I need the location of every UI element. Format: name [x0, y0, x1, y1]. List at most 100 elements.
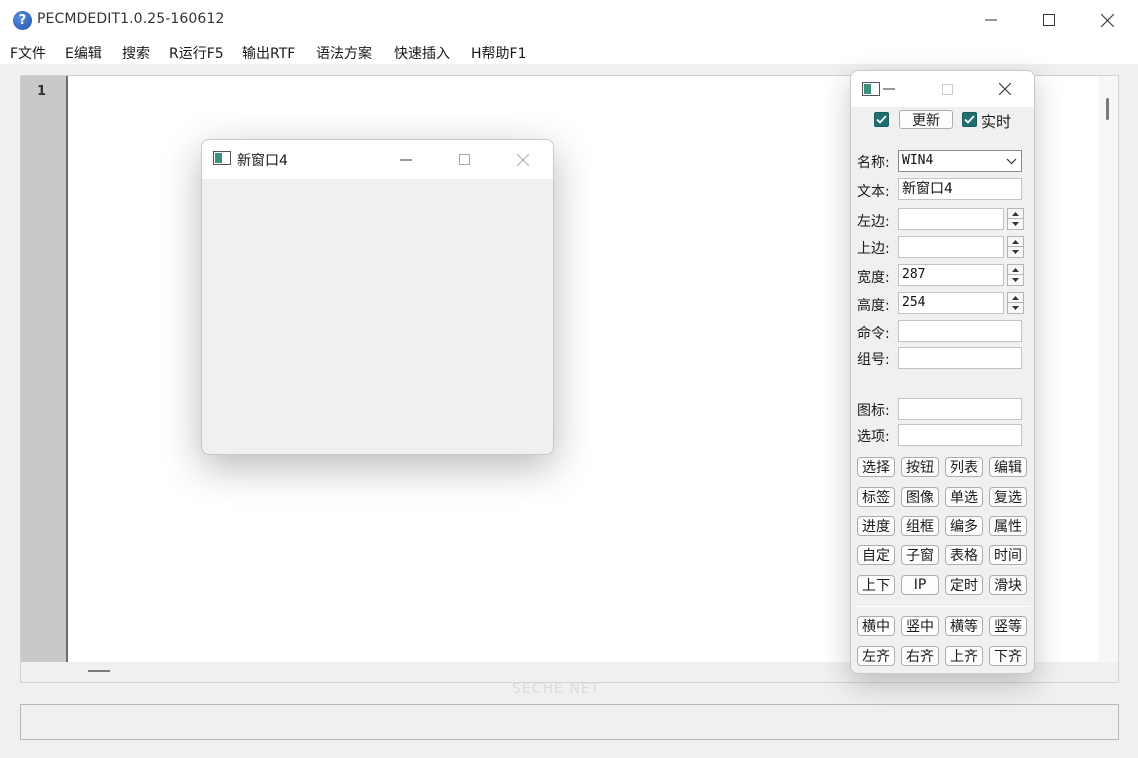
align-top-button[interactable]: 上齐 [945, 646, 983, 666]
tool-time-button[interactable]: 时间 [989, 545, 1027, 565]
maximize-icon [1043, 14, 1055, 26]
equal-horizontal-button[interactable]: 横等 [945, 616, 983, 636]
tool-image-button[interactable]: 图像 [901, 487, 939, 507]
tool-slider-button[interactable]: 滑块 [989, 575, 1027, 595]
text-label: 文本: [857, 184, 890, 200]
app-title: PECMDEDIT1.0.25-160612 [37, 11, 225, 27]
menu-help[interactable]: H帮助F1 [471, 43, 527, 63]
tool-radio-button[interactable]: 单选 [945, 487, 983, 507]
panel-close-button[interactable] [987, 71, 1023, 107]
spin-down-icon[interactable] [1008, 275, 1023, 285]
name-label: 名称: [857, 155, 890, 171]
options-input[interactable] [898, 424, 1022, 446]
tool-multiline-button[interactable]: 编多 [945, 516, 983, 536]
preview-window[interactable]: 新窗口4 [201, 139, 554, 455]
top-input[interactable] [898, 236, 1004, 258]
checkmark-icon [876, 115, 887, 124]
tool-checkbox-button[interactable]: 复选 [989, 487, 1027, 507]
text-input[interactable]: 新窗口4 [898, 178, 1022, 200]
maximize-icon [941, 83, 953, 95]
menu-search[interactable]: 搜索 [122, 43, 150, 63]
preview-window-title: 新窗口4 [237, 153, 288, 169]
tool-progress-button[interactable]: 进度 [857, 516, 895, 536]
left-spinner[interactable] [1007, 208, 1024, 230]
vertical-scroll-thumb[interactable] [1106, 98, 1109, 120]
horizontal-scroll-thumb[interactable] [88, 670, 110, 672]
height-spinner[interactable] [1007, 292, 1024, 314]
spin-down-icon[interactable] [1008, 303, 1023, 313]
tool-ip-button[interactable]: IP [901, 575, 939, 595]
equal-vertical-button[interactable]: 竖等 [989, 616, 1027, 636]
title-bar: ? PECMDEDIT1.0.25-160612 [0, 0, 1138, 40]
spin-up-icon[interactable] [1008, 265, 1023, 275]
minimize-button[interactable] [962, 0, 1020, 40]
width-input[interactable]: 287 [898, 264, 1004, 286]
preview-minimize-button[interactable] [377, 140, 435, 179]
spin-up-icon[interactable] [1008, 293, 1023, 303]
window-icon [213, 151, 231, 165]
close-button[interactable] [1078, 0, 1136, 40]
maximize-button[interactable] [1020, 0, 1078, 40]
align-center-horizontal-button[interactable]: 横中 [857, 616, 895, 636]
tool-label-button[interactable]: 标签 [857, 487, 895, 507]
tool-groupbox-button[interactable]: 组框 [901, 516, 939, 536]
tool-table-button[interactable]: 表格 [945, 545, 983, 565]
left-input[interactable] [898, 208, 1004, 230]
left-label: 左边: [857, 214, 890, 230]
command-input[interactable] [898, 320, 1022, 342]
menu-edit[interactable]: E编辑 [65, 43, 102, 63]
icon-input[interactable] [898, 398, 1022, 420]
menu-file[interactable]: F文件 [10, 43, 46, 63]
group-label: 组号: [857, 352, 890, 368]
spin-down-icon[interactable] [1008, 219, 1023, 229]
minimize-icon [883, 88, 895, 90]
align-center-vertical-button[interactable]: 竖中 [901, 616, 939, 636]
panel-minimize-button[interactable] [871, 71, 907, 107]
command-label: 命令: [857, 326, 890, 342]
vertical-scrollbar[interactable] [1098, 76, 1118, 662]
icon-label: 图标: [857, 403, 890, 419]
spin-up-icon[interactable] [1008, 209, 1023, 219]
preview-title-bar[interactable]: 新窗口4 [202, 140, 553, 179]
group-input[interactable] [898, 347, 1022, 369]
property-panel[interactable]: 更新 实时 名称: WIN4 文本: 新窗口4 左边: 上边: 宽度: 287 … [850, 70, 1035, 674]
chevron-down-icon [1004, 154, 1018, 168]
tool-property-button[interactable]: 属性 [989, 516, 1027, 536]
update-checkbox[interactable] [874, 112, 889, 127]
panel-title-bar[interactable] [851, 71, 1034, 107]
align-left-button[interactable]: 左齐 [857, 646, 895, 666]
tool-child-window-button[interactable]: 子窗 [901, 545, 939, 565]
top-spinner[interactable] [1007, 236, 1024, 258]
menu-export-rtf[interactable]: 输出RTF [242, 43, 295, 63]
menu-run[interactable]: R运行F5 [169, 43, 224, 63]
height-input[interactable]: 254 [898, 292, 1004, 314]
update-button[interactable]: 更新 [899, 110, 953, 129]
realtime-checkbox[interactable] [962, 112, 977, 127]
close-icon [1100, 13, 1114, 27]
close-icon [517, 153, 529, 166]
panel-maximize-button[interactable] [929, 71, 965, 107]
tool-custom-button[interactable]: 自定 [857, 545, 895, 565]
spin-up-icon[interactable] [1008, 237, 1023, 247]
align-right-button[interactable]: 右齐 [901, 646, 939, 666]
tool-list-button[interactable]: 列表 [945, 457, 983, 477]
status-bar [20, 704, 1119, 740]
panel-separator [856, 606, 1030, 607]
line-number-gutter: 1 [21, 76, 66, 662]
width-spinner[interactable] [1007, 264, 1024, 286]
menu-quick-insert[interactable]: 快速插入 [394, 43, 450, 63]
align-bottom-button[interactable]: 下齐 [989, 646, 1027, 666]
height-label: 高度: [857, 298, 890, 314]
editor-divider [66, 76, 68, 682]
name-combobox[interactable]: WIN4 [898, 150, 1022, 172]
preview-maximize-button[interactable] [435, 140, 493, 179]
preview-close-button[interactable] [494, 140, 552, 179]
spin-down-icon[interactable] [1008, 247, 1023, 257]
tool-edit-button[interactable]: 编辑 [989, 457, 1027, 477]
help-question-icon: ? [13, 11, 32, 30]
tool-updown-button[interactable]: 上下 [857, 575, 895, 595]
tool-button-button[interactable]: 按钮 [901, 457, 939, 477]
tool-select-button[interactable]: 选择 [857, 457, 895, 477]
menu-syntax-scheme[interactable]: 语法方案 [316, 43, 372, 63]
tool-timer-button[interactable]: 定时 [945, 575, 983, 595]
